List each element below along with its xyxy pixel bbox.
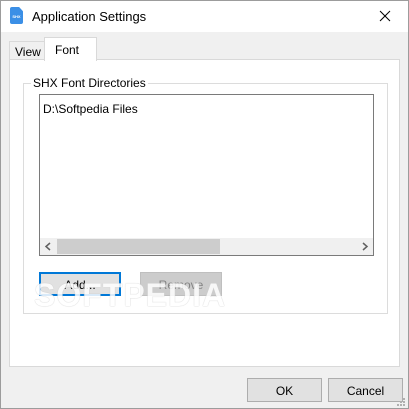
application-settings-window: SHX Application Settings View Font SHX F…: [0, 0, 409, 409]
app-file-icon: SHX: [10, 7, 23, 24]
list-item[interactable]: D:\Softpedia Files: [43, 102, 138, 116]
group-label: SHX Font Directories: [31, 76, 148, 90]
close-icon: [379, 10, 391, 22]
close-button[interactable]: [373, 5, 397, 27]
title-bar: SHX Application Settings: [1, 1, 408, 32]
scroll-right-button[interactable]: [356, 238, 373, 255]
cancel-button[interactable]: Cancel: [328, 378, 403, 402]
tab-font[interactable]: Font: [44, 37, 97, 61]
chevron-left-icon: [44, 242, 51, 251]
ok-button[interactable]: OK: [247, 378, 322, 402]
tab-view[interactable]: View: [9, 41, 45, 60]
horizontal-scrollbar[interactable]: [40, 238, 373, 255]
scroll-thumb[interactable]: [57, 239, 220, 254]
font-tab-panel: SHX Font Directories D:\Softpedia Files …: [9, 59, 400, 367]
chevron-right-icon: [362, 242, 369, 251]
scroll-left-button[interactable]: [40, 238, 57, 255]
resize-grip-icon: [397, 398, 405, 406]
window-title: Application Settings: [32, 9, 147, 24]
add-button[interactable]: Add...: [39, 272, 121, 296]
remove-button[interactable]: Remove: [140, 272, 222, 296]
app-icon-label: SHX: [12, 14, 21, 19]
resize-grip[interactable]: [396, 396, 406, 406]
directories-listbox[interactable]: D:\Softpedia Files: [39, 94, 374, 256]
tab-strip: View Font: [1, 32, 408, 61]
